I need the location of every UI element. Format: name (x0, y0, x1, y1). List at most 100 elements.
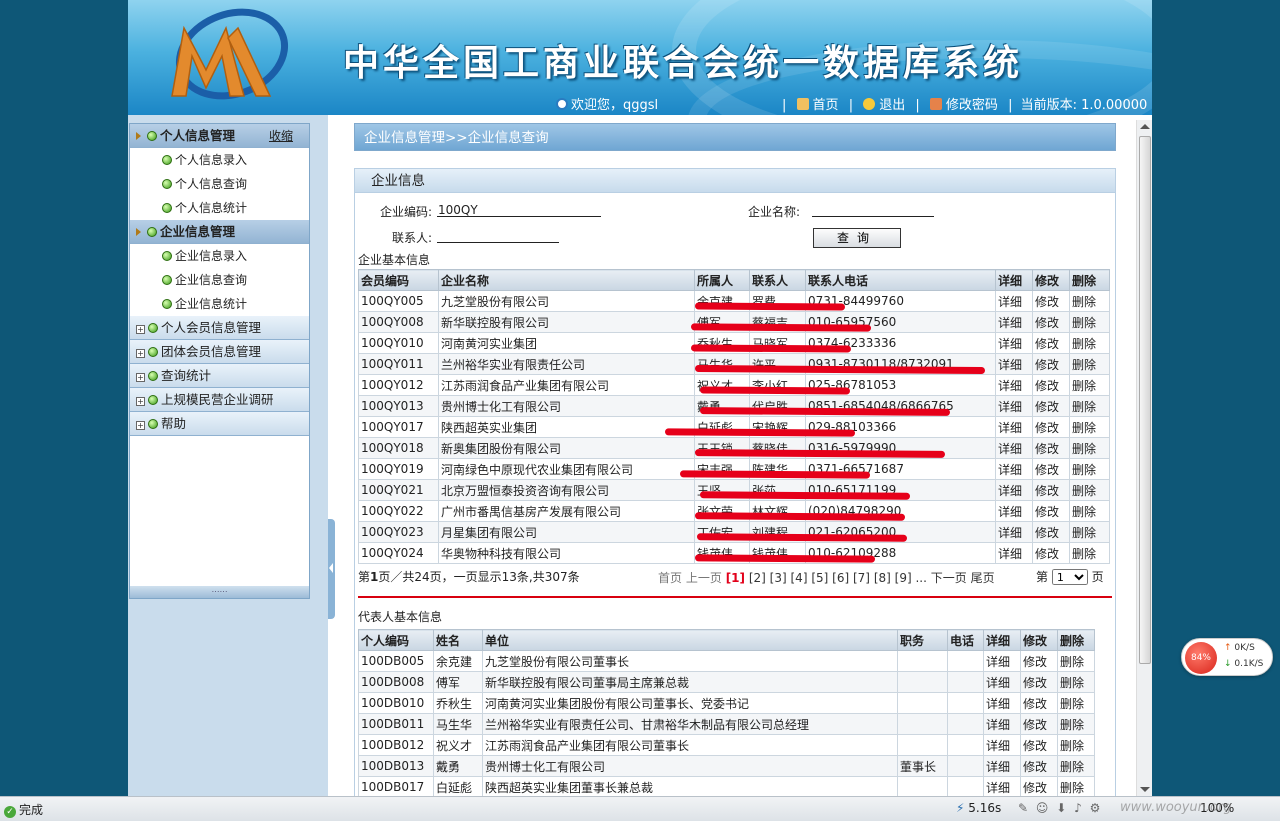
page-link[interactable]: [7] (853, 571, 870, 585)
delete-link[interactable]: 删除 (1069, 395, 1110, 417)
speaker-icon[interactable]: ♪ (1074, 801, 1084, 815)
edit-link[interactable]: 修改 (1020, 734, 1058, 756)
network-speed-widget[interactable]: 84% ↑ 0K/S ↓ 0.1K/S (1181, 638, 1273, 676)
scroll-thumb[interactable] (1139, 136, 1151, 664)
delete-link[interactable]: 删除 (1069, 311, 1110, 333)
next-page-link[interactable]: 下一页 (931, 571, 967, 585)
enterprise-name-input[interactable] (812, 203, 934, 217)
edit-link[interactable]: 修改 (1032, 395, 1070, 417)
sidebar-footer-grip[interactable]: ⋯⋯ (130, 586, 309, 598)
delete-link[interactable]: 删除 (1057, 776, 1095, 796)
page-link[interactable]: [8] (874, 571, 891, 585)
detail-link[interactable]: 详细 (995, 353, 1033, 375)
query-button[interactable]: 查询 (813, 228, 901, 248)
settings-icon[interactable]: ⚙ (1090, 801, 1103, 815)
delete-link[interactable]: 删除 (1057, 713, 1095, 735)
sidebar-toggle-handle[interactable] (328, 519, 335, 619)
detail-link[interactable]: 详细 (995, 500, 1033, 522)
delete-link[interactable]: 删除 (1069, 332, 1110, 354)
status-tray-icons[interactable]: ✎ ☺ ⬇ ♪ ⚙ (1018, 801, 1102, 815)
contact-input[interactable] (437, 229, 559, 243)
scroll-down-arrow[interactable] (1140, 787, 1150, 792)
prev-page-link[interactable]: 上一页 (686, 571, 722, 585)
sidebar-item[interactable]: 企业信息查询 (130, 268, 309, 292)
edit-link[interactable]: 修改 (1032, 437, 1070, 459)
edit-link[interactable]: 修改 (1020, 671, 1058, 693)
detail-link[interactable]: 详细 (995, 416, 1033, 438)
delete-link[interactable]: 删除 (1069, 479, 1110, 501)
detail-link[interactable]: 详细 (995, 458, 1033, 480)
vertical-scrollbar[interactable] (1136, 120, 1152, 796)
detail-link[interactable]: 详细 (983, 692, 1021, 714)
page-link[interactable]: [2] (749, 571, 766, 585)
detail-link[interactable]: 详细 (995, 290, 1033, 312)
sidebar-group-6[interactable]: + 帮助 (130, 412, 309, 436)
edit-link[interactable]: 修改 (1032, 290, 1070, 312)
delete-link[interactable]: 删除 (1069, 458, 1110, 480)
first-page-link[interactable]: 首页 (658, 571, 682, 585)
delete-link[interactable]: 删除 (1069, 521, 1110, 543)
download-icon[interactable]: ⬇ (1056, 801, 1068, 815)
sidebar-group-1[interactable]: 企业信息管理 (130, 220, 309, 244)
detail-link[interactable]: 详细 (995, 437, 1033, 459)
pen-icon[interactable]: ✎ (1018, 801, 1030, 815)
detail-link[interactable]: 详细 (995, 521, 1033, 543)
sidebar-group-2[interactable]: + 个人会员信息管理 (130, 316, 309, 340)
change-password-link[interactable]: 修改密码 (928, 98, 1000, 113)
edit-link[interactable]: 修改 (1032, 311, 1070, 333)
home-link[interactable]: 首页 (795, 98, 841, 113)
page-link[interactable]: [3] (770, 571, 787, 585)
sidebar-group-3[interactable]: + 团体会员信息管理 (130, 340, 309, 364)
detail-link[interactable]: 详细 (995, 542, 1033, 564)
delete-link[interactable]: 删除 (1069, 374, 1110, 396)
last-page-link[interactable]: 尾页 (971, 571, 995, 585)
detail-link[interactable]: 详细 (995, 395, 1033, 417)
detail-link[interactable]: 详细 (995, 332, 1033, 354)
delete-link[interactable]: 删除 (1069, 500, 1110, 522)
edit-link[interactable]: 修改 (1020, 650, 1058, 672)
scroll-up-arrow[interactable] (1140, 124, 1150, 129)
delete-link[interactable]: 删除 (1069, 290, 1110, 312)
delete-link[interactable]: 删除 (1057, 734, 1095, 756)
edit-link[interactable]: 修改 (1032, 332, 1070, 354)
edit-link[interactable]: 修改 (1032, 458, 1070, 480)
delete-link[interactable]: 删除 (1069, 437, 1110, 459)
page-jump-select[interactable]: 1 (1051, 569, 1088, 585)
logout-link[interactable]: 退出 (861, 98, 907, 113)
page-link[interactable]: [4] (791, 571, 808, 585)
page-link[interactable]: [6] (832, 571, 849, 585)
delete-link[interactable]: 删除 (1069, 353, 1110, 375)
delete-link[interactable]: 删除 (1057, 650, 1095, 672)
edit-link[interactable]: 修改 (1020, 692, 1058, 714)
detail-link[interactable]: 详细 (983, 755, 1021, 777)
page-link[interactable]: [5] (811, 571, 828, 585)
detail-link[interactable]: 详细 (983, 776, 1021, 796)
detail-link[interactable]: 详细 (983, 734, 1021, 756)
sidebar-item[interactable]: 个人信息录入 (130, 148, 309, 172)
detail-link[interactable]: 详细 (995, 311, 1033, 333)
enterprise-code-input[interactable]: 100QY (437, 203, 601, 217)
page-link[interactable]: [9] (895, 571, 912, 585)
sidebar-group-5[interactable]: + 上规模民营企业调研 (130, 388, 309, 412)
edit-link[interactable]: 修改 (1032, 416, 1070, 438)
detail-link[interactable]: 详细 (995, 479, 1033, 501)
edit-link[interactable]: 修改 (1032, 521, 1070, 543)
collapse-link[interactable]: 收缩 (269, 124, 293, 148)
sidebar-group-0[interactable]: 个人信息管理 收缩 (130, 124, 309, 148)
detail-link[interactable]: 详细 (983, 650, 1021, 672)
delete-link[interactable]: 删除 (1057, 755, 1095, 777)
edit-link[interactable]: 修改 (1032, 479, 1070, 501)
edit-link[interactable]: 修改 (1032, 500, 1070, 522)
sidebar-item[interactable]: 企业信息统计 (130, 292, 309, 316)
sidebar-item[interactable]: 企业信息录入 (130, 244, 309, 268)
delete-link[interactable]: 删除 (1069, 542, 1110, 564)
detail-link[interactable]: 详细 (995, 374, 1033, 396)
user-icon[interactable]: ☺ (1036, 801, 1051, 815)
edit-link[interactable]: 修改 (1020, 755, 1058, 777)
sidebar-item[interactable]: 个人信息查询 (130, 172, 309, 196)
delete-link[interactable]: 删除 (1057, 692, 1095, 714)
delete-link[interactable]: 删除 (1057, 671, 1095, 693)
edit-link[interactable]: 修改 (1020, 776, 1058, 796)
sidebar-item[interactable]: 个人信息统计 (130, 196, 309, 220)
detail-link[interactable]: 详细 (983, 713, 1021, 735)
